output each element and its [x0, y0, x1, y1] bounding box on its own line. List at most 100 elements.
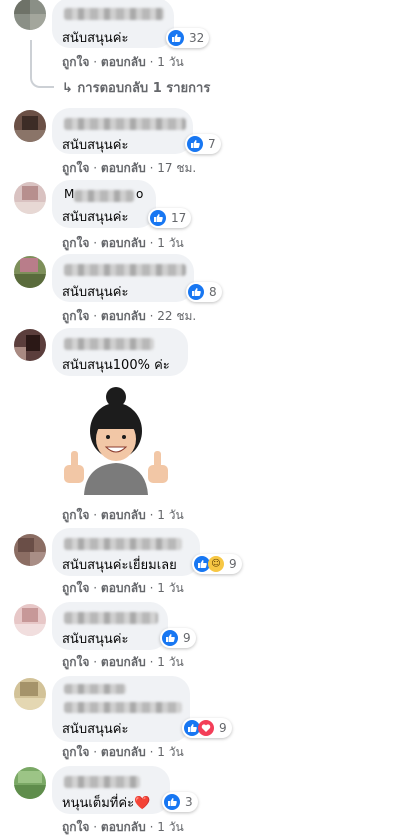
- avatar[interactable]: [14, 256, 46, 288]
- comment-time[interactable]: 1 วัน: [157, 820, 183, 834]
- comment-time[interactable]: 1 วัน: [157, 236, 183, 250]
- comment-bubble: สนับสนุน100% ค่ะ: [52, 328, 188, 376]
- reply-link[interactable]: ตอบกลับ: [101, 655, 146, 669]
- comment-actions: ถูกใจ · ตอบกลับ · 1 วัน: [62, 745, 184, 759]
- avatar[interactable]: [14, 182, 46, 214]
- like-reaction-icon: [164, 794, 180, 810]
- comment-text: สนับสนุนค่ะเยี่ยมเลย: [62, 558, 177, 573]
- comment-text: สนับสนุนค่ะ: [62, 285, 129, 300]
- reply-link[interactable]: ตอบกลับ: [101, 309, 146, 323]
- comment-text: หนุนเต็มที่ค่ะ❤️: [62, 796, 151, 811]
- like-link[interactable]: ถูกใจ: [62, 745, 89, 759]
- like-reaction-icon: [187, 136, 203, 152]
- comment-text: สนับสนุนค่ะ: [62, 632, 129, 647]
- comment-actions: ถูกใจ · ตอบกลับ · 22 ชม.: [62, 309, 197, 323]
- commenter-name-start[interactable]: M: [64, 187, 74, 201]
- comment-bubble: สนับสนุนค่ะ: [52, 0, 174, 48]
- commenter-name-end[interactable]: o: [136, 187, 143, 201]
- comment-actions: ถูกใจ · ตอบกลับ · 1 วัน: [62, 55, 184, 69]
- reaction-summary[interactable]: ☺ 9: [192, 554, 242, 574]
- comment-bubble: สนับสนุนค่ะ: [52, 254, 194, 302]
- reaction-count: 9: [229, 557, 237, 571]
- avatar[interactable]: [14, 604, 46, 636]
- comment-bubble: สนับสนุนค่ะ: [52, 676, 190, 742]
- comment-time[interactable]: 1 วัน: [157, 581, 183, 595]
- commenter-name[interactable]: [74, 190, 134, 202]
- comment-text: สนับสนุนค่ะ: [62, 31, 129, 46]
- comment-actions: ถูกใจ · ตอบกลับ · 1 วัน: [62, 655, 184, 669]
- commenter-name[interactable]: [64, 118, 186, 130]
- comment-text: สนับสนุนค่ะ: [62, 722, 129, 737]
- reply-link[interactable]: ตอบกลับ: [101, 55, 146, 69]
- reaction-summary[interactable]: 7: [185, 134, 221, 154]
- comment-bubble: หนุนเต็มที่ค่ะ❤️: [52, 766, 170, 814]
- commenter-name[interactable]: [64, 612, 158, 624]
- reply-link[interactable]: ตอบกลับ: [101, 745, 146, 759]
- comment-actions: ถูกใจ · ตอบกลับ · 1 วัน: [62, 236, 184, 250]
- reaction-count: 8: [209, 285, 217, 299]
- reaction-summary[interactable]: 3: [162, 792, 198, 812]
- commenter-name[interactable]: [64, 264, 186, 276]
- reaction-summary[interactable]: 9: [160, 628, 196, 648]
- commenter-name[interactable]: [64, 8, 164, 20]
- like-link[interactable]: ถูกใจ: [62, 236, 89, 250]
- comment-text: สนับสนุนค่ะ: [62, 138, 129, 153]
- view-replies-link[interactable]: ↳ การตอบกลับ 1 รายการ: [62, 77, 210, 98]
- avatar[interactable]: [14, 678, 46, 710]
- commenter-name[interactable]: [64, 776, 140, 788]
- commenter-name[interactable]: [64, 684, 126, 694]
- like-link[interactable]: ถูกใจ: [62, 820, 89, 834]
- comment-actions: ถูกใจ · ตอบกลับ · 1 วัน: [62, 508, 184, 522]
- comment-bubble: สนับสนุนค่ะเยี่ยมเลย: [52, 528, 200, 576]
- haha-reaction-icon: ☺: [208, 556, 224, 572]
- reaction-count: 32: [189, 31, 205, 45]
- like-link[interactable]: ถูกใจ: [62, 655, 89, 669]
- comment-actions: ถูกใจ · ตอบกลับ · 1 วัน: [62, 581, 184, 595]
- reaction-count: 3: [185, 795, 193, 809]
- like-reaction-icon: [168, 30, 184, 46]
- reaction-summary[interactable]: 17: [148, 208, 192, 228]
- like-reaction-icon: [150, 210, 166, 226]
- comment-time[interactable]: 1 วัน: [157, 745, 183, 759]
- sticker-thumbs-up: [64, 387, 168, 495]
- comment-time[interactable]: 17 ชม.: [157, 161, 196, 175]
- reply-link[interactable]: ตอบกลับ: [101, 161, 146, 175]
- commenter-name[interactable]: [64, 338, 154, 350]
- reaction-count: 17: [171, 211, 187, 225]
- reaction-summary[interactable]: 9: [182, 718, 232, 738]
- reply-link[interactable]: ตอบกลับ: [101, 820, 146, 834]
- comment-text: สนับสนุน100% ค่ะ: [62, 358, 170, 373]
- avatar[interactable]: [14, 0, 46, 30]
- like-link[interactable]: ถูกใจ: [62, 309, 89, 323]
- like-link[interactable]: ถูกใจ: [62, 508, 89, 522]
- comment-time[interactable]: 22 ชม.: [157, 309, 196, 323]
- reply-link[interactable]: ตอบกลับ: [101, 236, 146, 250]
- reaction-summary[interactable]: 8: [186, 282, 222, 302]
- reply-link[interactable]: ตอบกลับ: [101, 581, 146, 595]
- comment-time[interactable]: 1 วัน: [157, 55, 183, 69]
- comment-time[interactable]: 1 วัน: [157, 655, 183, 669]
- comment-bubble: สนับสนุนค่ะ: [52, 602, 168, 650]
- like-link[interactable]: ถูกใจ: [62, 161, 89, 175]
- comment-time[interactable]: 1 วัน: [157, 508, 183, 522]
- avatar[interactable]: [14, 110, 46, 142]
- like-reaction-icon: [162, 630, 178, 646]
- like-link[interactable]: ถูกใจ: [62, 581, 89, 595]
- comment-actions: ถูกใจ · ตอบกลับ · 1 วัน: [62, 820, 184, 834]
- reaction-count: 7: [208, 137, 216, 151]
- avatar[interactable]: [14, 329, 46, 361]
- commenter-name-line2: [64, 702, 182, 713]
- avatar[interactable]: [14, 534, 46, 566]
- commenter-name[interactable]: [64, 538, 182, 550]
- comment-bubble: สนับสนุนค่ะ: [52, 108, 193, 154]
- like-link[interactable]: ถูกใจ: [62, 55, 89, 69]
- avatar[interactable]: [14, 767, 46, 799]
- reaction-summary[interactable]: 32: [166, 28, 210, 48]
- comment-actions: ถูกใจ · ตอบกลับ · 17 ชม.: [62, 161, 197, 175]
- comment-text: สนับสนุนค่ะ: [62, 210, 129, 225]
- love-reaction-icon: [198, 720, 214, 736]
- reaction-count: 9: [219, 721, 227, 735]
- reaction-count: 9: [183, 631, 191, 645]
- reply-link[interactable]: ตอบกลับ: [101, 508, 146, 522]
- like-reaction-icon: [188, 284, 204, 300]
